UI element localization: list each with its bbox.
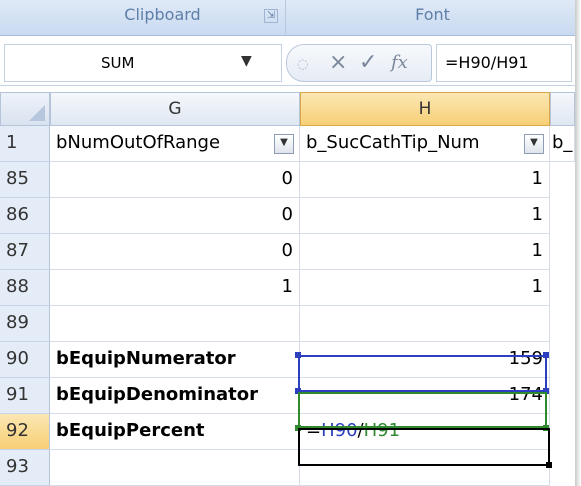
- cell-g91[interactable]: bEquipDenominator: [50, 378, 300, 414]
- row-header-85[interactable]: 85: [0, 162, 50, 198]
- formula-input[interactable]: =H90/H91: [436, 44, 572, 82]
- enter-check-icon[interactable]: ✓: [359, 49, 377, 77]
- cell-h90[interactable]: 159: [300, 342, 550, 378]
- row-header-89[interactable]: 89: [0, 306, 50, 342]
- range-handle[interactable]: [543, 388, 549, 394]
- header-cell-h[interactable]: b_SucCathTip_Num ▼: [300, 126, 550, 162]
- cell-h86[interactable]: 1: [300, 198, 550, 234]
- cell-h91[interactable]: 174: [300, 378, 550, 414]
- header-label-g: bNumOutOfRange: [56, 132, 221, 153]
- row-header-87[interactable]: 87: [0, 234, 50, 270]
- cell-g85[interactable]: 0: [50, 162, 300, 198]
- select-all-corner[interactable]: [0, 92, 50, 126]
- font-group: Font: [290, 0, 575, 34]
- name-box[interactable]: SUM ▼: [4, 44, 282, 82]
- header-cell-next[interactable]: b_: [550, 126, 575, 162]
- select-all-triangle-icon: [29, 105, 45, 121]
- row-header-86[interactable]: 86: [0, 198, 50, 234]
- window-edge-shadow: [575, 0, 581, 486]
- range-handle[interactable]: [543, 352, 549, 358]
- column-header-i-partial[interactable]: [550, 92, 575, 126]
- chevron-down-icon[interactable]: ▼: [241, 53, 252, 69]
- range-handle[interactable]: [295, 388, 301, 394]
- cell-h85[interactable]: 1: [300, 162, 550, 198]
- cell-h89[interactable]: [300, 306, 550, 342]
- row-header-90[interactable]: 90: [0, 342, 50, 378]
- filter-dropdown-icon[interactable]: ▼: [274, 134, 294, 154]
- expand-circle-icon[interactable]: ◌: [297, 51, 308, 79]
- cell-g90[interactable]: bEquipNumerator: [50, 342, 300, 378]
- font-label: Font: [415, 5, 450, 24]
- fill-handle[interactable]: [546, 462, 552, 468]
- cell-g92[interactable]: bEquipPercent: [50, 414, 300, 450]
- cell-h87[interactable]: 1: [300, 234, 550, 270]
- cell-g89[interactable]: [50, 306, 300, 342]
- clipboard-label: Clipboard: [124, 5, 201, 24]
- cell-h88[interactable]: 1: [300, 270, 550, 306]
- cell-g93[interactable]: [50, 450, 300, 486]
- cell-g87[interactable]: 0: [50, 234, 300, 270]
- range-handle[interactable]: [295, 352, 301, 358]
- insert-function-icon[interactable]: fx: [391, 49, 408, 77]
- header-label-h: b_SucCathTip_Num: [306, 132, 480, 153]
- column-header-g[interactable]: G: [50, 92, 300, 126]
- header-cell-g[interactable]: bNumOutOfRange ▼: [50, 126, 300, 162]
- filter-dropdown-icon[interactable]: ▼: [524, 134, 544, 154]
- active-cell-border: [298, 428, 550, 466]
- row-header-1[interactable]: 1: [0, 126, 50, 162]
- cancel-icon[interactable]: ×: [329, 49, 347, 77]
- column-header-h[interactable]: H: [300, 92, 550, 126]
- name-box-value: SUM: [101, 54, 135, 72]
- ribbon-group-bar: Clipboard ⇲ Font: [0, 0, 575, 36]
- row-header-92[interactable]: 92: [0, 414, 50, 450]
- row-header-93[interactable]: 93: [0, 450, 50, 486]
- cell-g86[interactable]: 0: [50, 198, 300, 234]
- dialog-launcher-icon[interactable]: ⇲: [264, 9, 278, 23]
- clipboard-group: Clipboard ⇲: [40, 0, 286, 34]
- cell-g88[interactable]: 1: [50, 270, 300, 306]
- row-header-91[interactable]: 91: [0, 378, 50, 414]
- row-header-88[interactable]: 88: [0, 270, 50, 306]
- formula-buttons: ◌ × ✓ fx: [286, 44, 432, 82]
